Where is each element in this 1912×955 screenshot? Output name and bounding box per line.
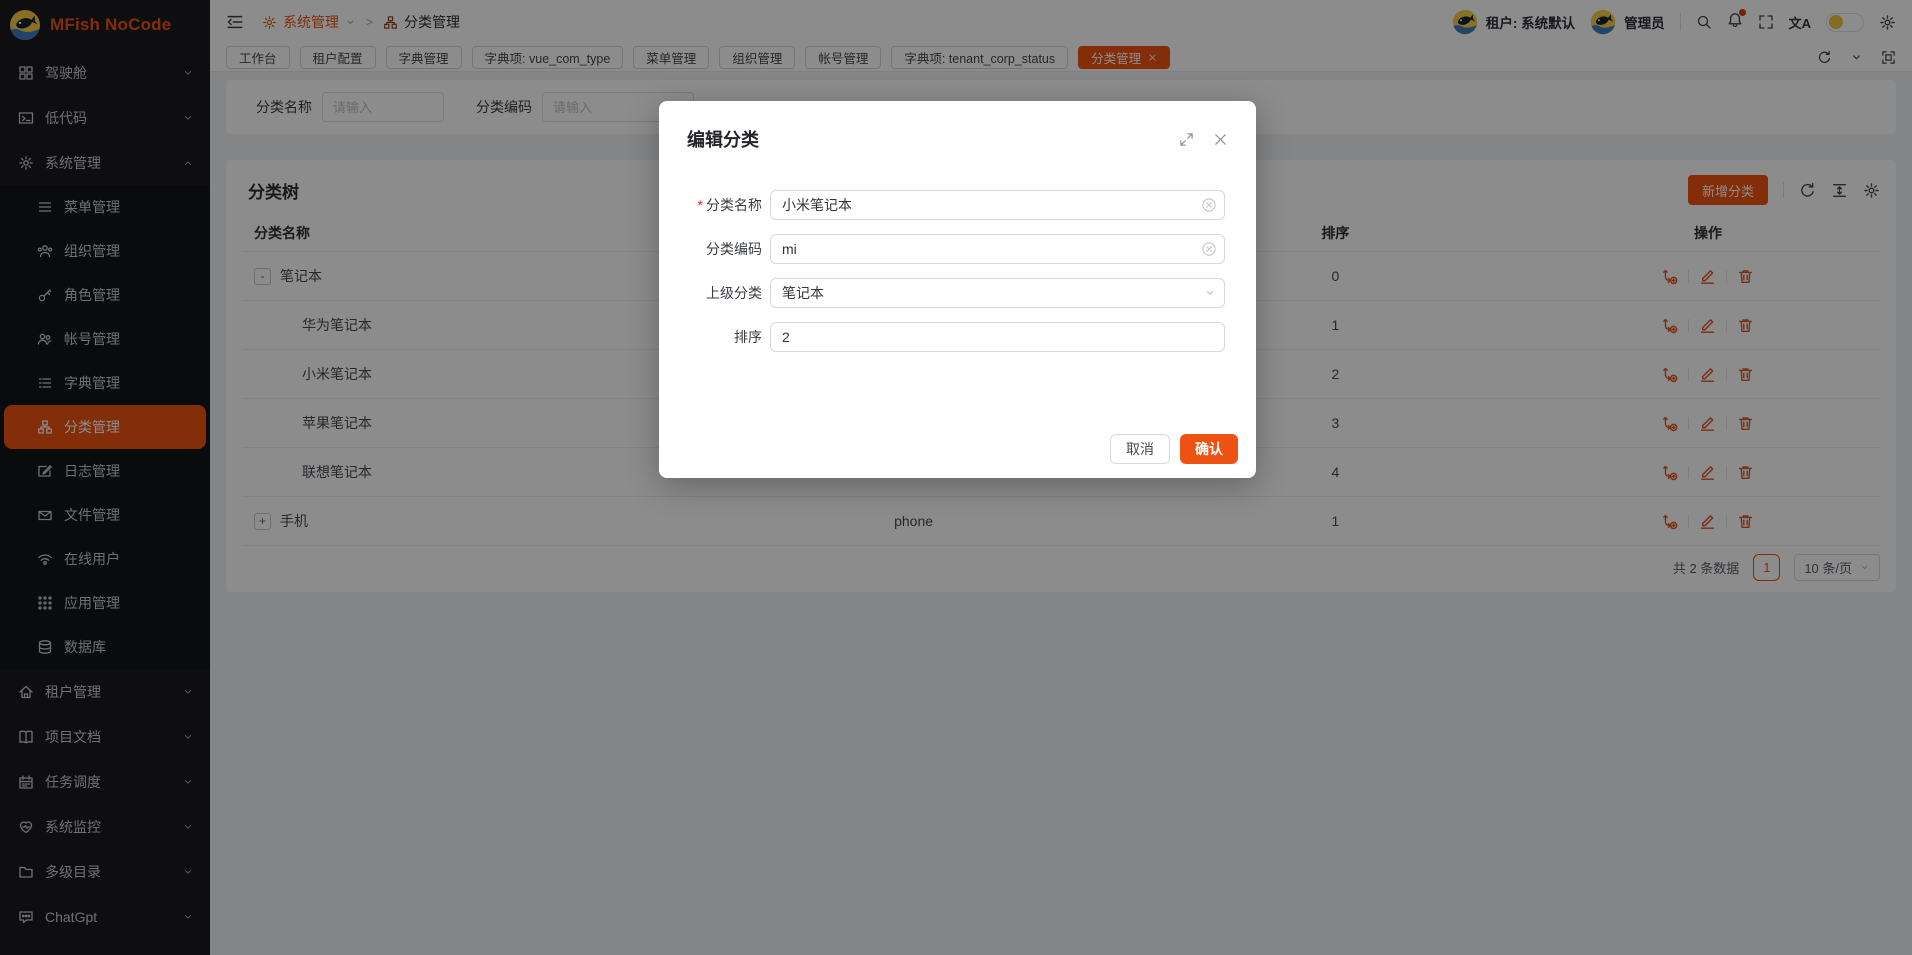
- form-row-sort: 排序: [659, 322, 1256, 352]
- category-name-input[interactable]: [770, 190, 1225, 220]
- form-row-category-code: 分类编码: [659, 234, 1256, 264]
- modal-title: 编辑分类: [687, 126, 759, 152]
- modal-header: 编辑分类: [659, 101, 1256, 152]
- form-row-parent-category: 上级分类: [659, 278, 1256, 308]
- parent-category-select[interactable]: [770, 278, 1225, 308]
- field-label: 上级分类: [659, 283, 770, 303]
- form-row-category-name: 分类名称: [659, 190, 1256, 220]
- clear-input-icon[interactable]: [1202, 242, 1216, 256]
- field-label: 分类编码: [659, 239, 770, 259]
- field-label: 分类名称: [659, 195, 770, 215]
- sort-input[interactable]: [770, 322, 1225, 352]
- maximize-icon[interactable]: [1179, 132, 1194, 147]
- field-label: 排序: [659, 327, 770, 347]
- clear-input-icon[interactable]: [1202, 198, 1216, 212]
- modal-footer: 取消 确认: [1110, 434, 1238, 464]
- category-code-input[interactable]: [770, 234, 1225, 264]
- modal-form: 分类名称 分类编码 上级分类 排序: [659, 152, 1256, 352]
- chevron-down-icon: [1204, 287, 1216, 299]
- confirm-button[interactable]: 确认: [1180, 434, 1238, 464]
- cancel-button[interactable]: 取消: [1110, 434, 1170, 464]
- close-icon[interactable]: [1213, 132, 1228, 147]
- edit-category-modal: 编辑分类 分类名称 分类编码 上级分类: [659, 101, 1256, 478]
